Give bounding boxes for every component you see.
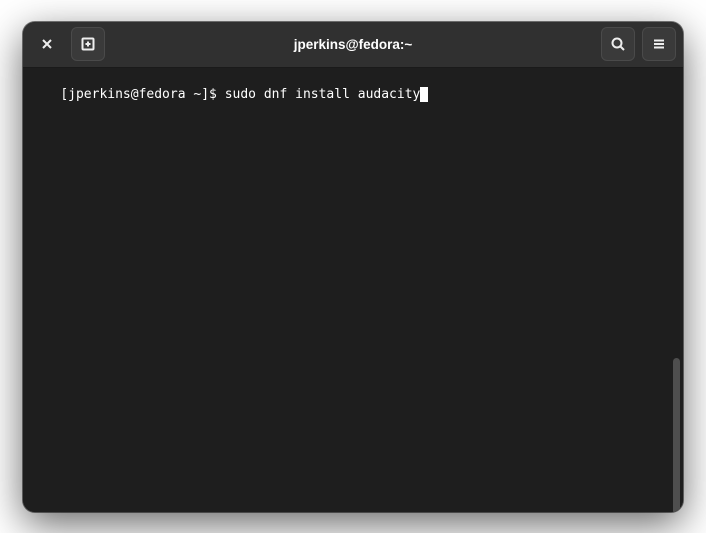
text-cursor — [420, 87, 428, 102]
titlebar: jperkins@fedora:~ — [23, 22, 683, 68]
menu-button[interactable] — [642, 27, 676, 61]
shell-prompt: [jperkins@fedora ~]$ — [60, 87, 224, 102]
terminal-window: jperkins@fedora:~ [jperkins@fedora ~]$ s… — [23, 22, 683, 512]
terminal-viewport[interactable]: [jperkins@fedora ~]$ sudo dnf install au… — [23, 68, 683, 512]
search-icon — [610, 36, 626, 52]
search-button[interactable] — [601, 27, 635, 61]
window-title: jperkins@fedora:~ — [112, 37, 594, 52]
close-icon — [39, 36, 55, 52]
scrollbar-thumb[interactable] — [673, 358, 680, 512]
titlebar-right-group — [601, 27, 676, 61]
new-tab-icon — [80, 36, 96, 52]
hamburger-icon — [651, 36, 667, 52]
close-button[interactable] — [30, 27, 64, 61]
command-input: sudo dnf install audacity — [225, 87, 421, 102]
new-tab-button[interactable] — [71, 27, 105, 61]
